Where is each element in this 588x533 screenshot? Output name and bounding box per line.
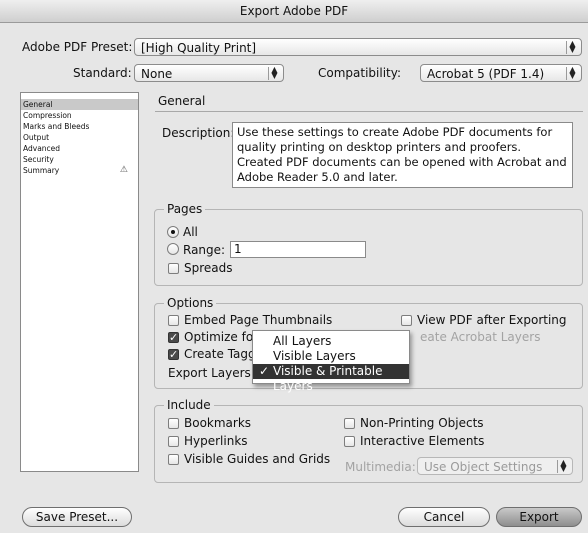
all-label: All [183,225,198,239]
nonprinting-label: Non-Printing Objects [360,416,484,430]
bookmarks-label: Bookmarks [184,416,252,430]
range-label: Range: [183,243,226,257]
guides-checkbox[interactable] [168,454,179,465]
multimedia-value: Use Object Settings [424,460,543,474]
range-radio[interactable] [167,243,179,255]
preset-select[interactable]: [High Quality Print] ▲ ▼ [134,38,582,56]
embed-thumbnails-label: Embed Page Thumbnails [184,313,333,327]
sidebar-list[interactable]: General Compression Marks and Bleeds Out… [20,92,139,472]
export-layers-menu[interactable]: All Layers Visible Layers ✓ Visible & Pr… [252,330,410,393]
panel-title-divider [155,111,583,112]
save-preset-button[interactable]: Save Preset... [22,507,132,527]
compatibility-value: Acrobat 5 (PDF 1.4) [427,67,545,81]
view-pdf-label: View PDF after Exporting [417,313,567,327]
interactive-checkbox[interactable] [344,436,355,447]
sidebar-item-security[interactable]: Security [21,154,138,165]
standard-label: Standard: [73,66,132,80]
menu-item-visible-layers[interactable]: Visible Layers [253,349,409,364]
include-title: Include [164,398,214,412]
export-layers-label: Export Layers: [168,366,255,380]
spreads-label: Spreads [184,261,233,275]
create-layers-label: eate Acrobat Layers [420,330,541,344]
menu-item-visible-printable-layers[interactable]: ✓ Visible & Printable Layers [253,364,409,393]
popup-arrows-icon: ▲ ▼ [268,66,280,80]
hyperlinks-checkbox[interactable] [168,436,179,447]
create-tagged-checkbox[interactable]: ✓ [168,349,179,360]
pages-title: Pages [164,202,206,216]
export-button[interactable]: Export [496,507,582,527]
warning-icon: ⚠ [119,165,128,175]
multimedia-select[interactable]: Use Object Settings ▲ ▼ [417,457,573,475]
sidebar-item-compression[interactable]: Compression [21,110,138,121]
interactive-label: Interactive Elements [360,434,485,448]
popup-arrows-icon: ▲ ▼ [566,40,578,54]
bookmarks-checkbox[interactable] [168,418,179,429]
popup-arrows-icon: ▲ ▼ [566,66,578,80]
checkmark-icon: ✓ [259,364,270,378]
hyperlinks-label: Hyperlinks [184,434,248,448]
preset-label: Adobe PDF Preset: [22,40,133,54]
description-field[interactable]: Use these settings to create Adobe PDF d… [232,122,573,188]
all-radio[interactable] [167,226,179,238]
preset-value: [High Quality Print] [141,41,257,55]
standard-select[interactable]: None ▲ ▼ [134,64,284,82]
cancel-button[interactable]: Cancel [398,507,490,527]
embed-thumbnails-checkbox[interactable] [168,315,179,326]
view-pdf-checkbox[interactable] [401,315,412,326]
optimize-checkbox[interactable]: ✓ [168,332,179,343]
create-tagged-label: Create Tagg [184,347,256,361]
options-title: Options [164,296,217,310]
sidebar-item-summary[interactable]: Summary ⚠ [21,165,138,176]
guides-label: Visible Guides and Grids [184,452,331,466]
compatibility-select[interactable]: Acrobat 5 (PDF 1.4) ▲ ▼ [420,64,582,82]
menu-item-all-layers[interactable]: All Layers [253,334,409,349]
sidebar-item-advanced[interactable]: Advanced [21,143,138,154]
sidebar-item-general[interactable]: General [21,99,138,110]
nonprinting-checkbox[interactable] [344,418,355,429]
standard-value: None [141,67,173,81]
window-title: Export Adobe PDF [0,0,588,23]
sidebar-item-output[interactable]: Output [21,132,138,143]
sidebar-item-marks-and-bleeds[interactable]: Marks and Bleeds [21,121,138,132]
multimedia-label: Multimedia: [345,460,416,474]
compatibility-label: Compatibility: [318,66,402,80]
description-label: Description: [162,126,235,140]
panel-title: General [158,94,206,108]
sidebar-item-label: Summary [23,166,60,175]
popup-arrows-icon: ▲ ▼ [557,459,569,473]
range-input[interactable]: 1 [230,241,366,258]
spreads-checkbox[interactable] [168,263,179,274]
optimize-label: Optimize for [184,330,259,344]
